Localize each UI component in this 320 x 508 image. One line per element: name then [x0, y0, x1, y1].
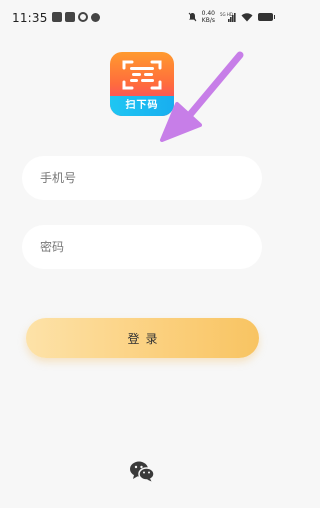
- battery-icon: [258, 13, 275, 21]
- network-type-label: 5G HD: [220, 12, 233, 17]
- login-button[interactable]: 登录: [26, 318, 259, 358]
- cellular-signal-icon: 5G HD: [220, 12, 236, 22]
- phone-input[interactable]: [22, 156, 262, 200]
- logo-label: 扫下码: [110, 96, 174, 116]
- status-time: 11:35: [12, 11, 48, 25]
- wifi-icon: [241, 13, 253, 22]
- password-input[interactable]: [22, 225, 262, 269]
- app-logo: 扫下码: [110, 52, 174, 116]
- notification-app-icon: [52, 12, 62, 22]
- notification-message-icon: [91, 12, 100, 22]
- silent-icon: [188, 12, 197, 22]
- status-system-icons: 0.40 KB/s 5G HD: [188, 10, 275, 24]
- net-speed-unit: KB/s: [201, 17, 215, 24]
- net-speed: 0.40 KB/s: [202, 10, 215, 24]
- notification-sync-icon: [78, 12, 88, 22]
- net-speed-value: 0.40: [201, 10, 215, 17]
- wechat-icon[interactable]: [129, 460, 155, 482]
- status-notification-icons: [52, 12, 100, 22]
- status-bar: 11:35 0.40 KB/s 5G HD: [0, 0, 283, 26]
- notification-gallery-icon: [65, 12, 75, 22]
